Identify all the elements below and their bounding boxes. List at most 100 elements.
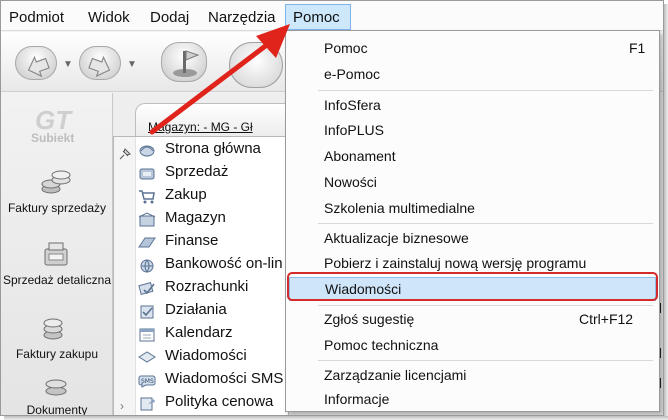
- menu-item-label: Pomoc techniczna: [324, 337, 439, 353]
- documents-icon: [45, 379, 67, 396]
- module-label: Polityka cenowa: [165, 393, 274, 410]
- calendar-icon: [139, 328, 155, 342]
- envelope-icon: [138, 351, 156, 363]
- warehouse-tab-label: Magazyn: - MG - Gł: [148, 120, 253, 134]
- nav-dokumenty-label: Dokumenty: [26, 403, 88, 416]
- menu-separator: [318, 360, 653, 361]
- module-finanse[interactable]: Finanse: [138, 231, 288, 254]
- help-menu-informacje[interactable]: Informacje: [289, 388, 656, 411]
- settlements-icon: [138, 282, 155, 296]
- help-menu-infosfera[interactable]: InfoSfera: [289, 94, 656, 117]
- menu-item-label: Abonament: [324, 148, 396, 164]
- menu-separator: [318, 90, 653, 91]
- nav-faktury-sprzedazy-label: Faktury sprzedaży: [7, 201, 107, 215]
- menu-separator: [318, 305, 653, 306]
- module-label: Kalendarz: [165, 324, 233, 341]
- menu-item-label: Informacje: [324, 391, 390, 407]
- menu-item-label: InfoSfera: [324, 97, 381, 113]
- module-wiadomosci[interactable]: Wiadomości: [138, 346, 288, 369]
- window-shadow-right: [664, 4, 668, 420]
- chevron-right-icon[interactable]: ›: [120, 399, 124, 413]
- menu-pomoc[interactable]: Pomoc: [285, 4, 351, 30]
- menu-item-label: Zgłoś sugestię: [324, 311, 415, 327]
- start-button[interactable]: [161, 42, 207, 82]
- help-menu-nowosci[interactable]: Nowości: [289, 171, 656, 194]
- menu-podmiot[interactable]: Podmiot: [9, 9, 64, 26]
- module-bankowosc[interactable]: Bankowość on-lin: [138, 254, 288, 277]
- module-label: Strona główna: [165, 140, 261, 157]
- module-dzialania[interactable]: Działania: [138, 300, 288, 323]
- menu-pomoc-label: Pomoc: [293, 9, 340, 26]
- nav-faktury-sprzedazy[interactable]: Faktury sprzedaży: [1, 165, 113, 235]
- menu-narzedzia[interactable]: Narzędzia: [208, 9, 276, 26]
- help-menu-e-pomoc[interactable]: e-Pomoc: [289, 63, 656, 86]
- help-menu-szkolenia[interactable]: Szkolenia multimedialne: [289, 197, 656, 220]
- forward-dropdown-icon[interactable]: ▼: [127, 59, 137, 70]
- menu-item-label: InfoPLUS: [324, 122, 384, 138]
- modules-list-strip: [114, 137, 136, 415]
- modules-list: › Strona główna Sprzedaż Zakup Magazyn F…: [113, 136, 289, 415]
- module-sprzedaz[interactable]: Sprzedaż: [138, 162, 288, 185]
- module-label: Wiadomości: [165, 347, 247, 364]
- module-strona-glowna[interactable]: Strona główna: [138, 139, 288, 162]
- help-menu-aktualizacje[interactable]: Aktualizacje biznesowe: [289, 227, 656, 250]
- home-icon: [139, 145, 155, 157]
- menu-widok[interactable]: Widok: [88, 9, 130, 26]
- menu-item-shortcut: Ctrl+F12: [579, 311, 634, 327]
- menu-dodaj[interactable]: Dodaj: [150, 9, 189, 26]
- menu-item-label: Pobierz i zainstaluj nową wersję program…: [324, 255, 587, 271]
- nav-faktury-zakupu-label: Faktury zakupu: [15, 347, 99, 361]
- sales-icon: [139, 168, 155, 180]
- module-wiadomosci-sms[interactable]: SMS Wiadomości SMS: [138, 369, 288, 392]
- help-menu-zglos-sugestie[interactable]: Zgłoś sugestię Ctrl+F12: [289, 308, 656, 331]
- module-kalendarz[interactable]: Kalendarz: [138, 323, 288, 346]
- module-zakup[interactable]: Zakup: [138, 185, 288, 208]
- module-label: Wiadomości SMS: [165, 370, 284, 387]
- cart-icon: [139, 190, 155, 204]
- finance-icon: [138, 237, 156, 248]
- module-magazyn[interactable]: Magazyn: [138, 208, 288, 231]
- module-label: Finanse: [165, 232, 219, 249]
- menu-bar: Podmiot Widok Dodaj Narzędzia Pomoc: [1, 1, 663, 31]
- help-menu-pomoc[interactable]: Pomoc F1: [289, 37, 656, 60]
- module-label: Rozrachunki: [165, 278, 249, 295]
- module-label: Zakup: [165, 186, 207, 203]
- forward-button[interactable]: [79, 46, 121, 80]
- module-label: Magazyn: [165, 209, 226, 226]
- warehouse-icon: [138, 212, 156, 227]
- nav-faktury-zakupu[interactable]: Faktury zakupu: [1, 315, 113, 365]
- nav-sprzedaz-detaliczna[interactable]: Sprzedaż detaliczna: [1, 239, 113, 309]
- nav-sprzedaz-detaliczna-label: Sprzedaż detaliczna: [2, 273, 112, 287]
- pin-icon[interactable]: [118, 147, 132, 161]
- toolbar-round-button[interactable]: [229, 42, 283, 88]
- menu-item-label: Szkolenia multimedialne: [324, 200, 475, 216]
- help-menu-dropdown: Pomoc F1 e-Pomoc InfoSfera InfoPLUS Abon…: [285, 30, 660, 412]
- coins-icon: [41, 170, 71, 194]
- bank-globe-icon: [140, 259, 154, 273]
- menu-item-label: Nowości: [324, 174, 377, 190]
- menu-separator: [318, 223, 653, 224]
- help-menu-infoplus[interactable]: InfoPLUS: [289, 119, 656, 142]
- flag-icon: [173, 50, 200, 77]
- help-menu-pomoc-techniczna[interactable]: Pomoc techniczna: [289, 334, 656, 357]
- subiekt-logo: GT Subiekt: [27, 105, 87, 147]
- nav-dokumenty[interactable]: Dokumenty: [1, 371, 113, 416]
- module-label: Sprzedaż: [165, 163, 229, 180]
- cash-register-icon: [44, 242, 68, 266]
- help-menu-licencje[interactable]: Zarządzanie licencjami: [289, 364, 656, 387]
- logo-text: Subiekt: [31, 131, 75, 145]
- back-dropdown-icon[interactable]: ▼: [63, 59, 73, 70]
- menu-item-label: e-Pomoc: [324, 66, 381, 82]
- back-button[interactable]: [15, 46, 57, 80]
- application-window: Podmiot Widok Dodaj Narzędzia Pomoc ▼ ▼ …: [0, 0, 664, 416]
- sms-icon: SMS: [138, 375, 156, 388]
- help-menu-abonament[interactable]: Abonament: [289, 145, 656, 168]
- module-rozrachunki[interactable]: Rozrachunki: [138, 277, 288, 300]
- window-shadow-bottom: [4, 416, 668, 420]
- menu-item-label: Aktualizacje biznesowe: [324, 230, 469, 246]
- price-policy-icon: [140, 397, 155, 411]
- module-label: Działania: [165, 301, 227, 318]
- menu-item-label: Pomoc: [324, 40, 368, 56]
- forward-arrow-icon: [88, 55, 111, 78]
- module-polityka-cenowa[interactable]: Polityka cenowa: [138, 392, 288, 415]
